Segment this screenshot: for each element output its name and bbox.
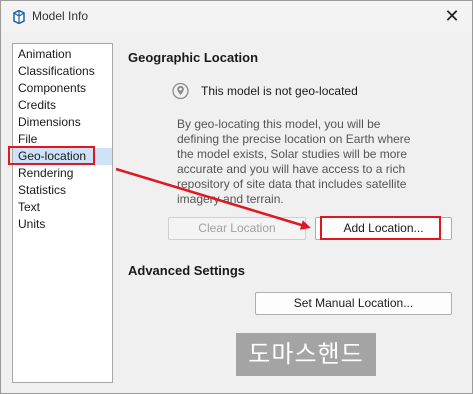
location-pin-icon [172, 82, 189, 100]
sidebar-item-label: Animation [18, 47, 72, 61]
window-title: Model Info [32, 9, 89, 23]
sidebar-item-dimensions[interactable]: Dimensions [13, 114, 112, 131]
close-icon: ✕ [444, 6, 460, 26]
sidebar-item-animation[interactable]: Animation [13, 46, 112, 63]
close-button[interactable]: ✕ [435, 3, 469, 29]
advanced-settings-heading: Advanced Settings [128, 263, 246, 278]
add-location-button[interactable]: Add Location... [315, 217, 452, 240]
sidebar-item-units[interactable]: Units [13, 216, 112, 233]
geo-description: By geo-locating this model, you will be … [177, 117, 442, 207]
sidebar-item-label: Statistics [18, 183, 67, 197]
sidebar-item-label: Dimensions [18, 115, 81, 129]
description-line: defining the precise location on Earth w… [177, 132, 411, 146]
category-list: Animation Classifications Components Cre… [12, 43, 113, 383]
sidebar-item-classifications[interactable]: Classifications [13, 63, 112, 80]
sketchup-app-icon [13, 10, 25, 24]
sidebar-item-label: Geo-location [18, 149, 87, 163]
sidebar-item-label: Text [18, 200, 41, 214]
sidebar-item-label: Rendering [18, 166, 74, 180]
sidebar-item-file[interactable]: File [13, 131, 112, 148]
watermark-logo: 도마스핸드 [236, 333, 376, 376]
sidebar-item-label: Credits [18, 98, 57, 112]
description-line: the model exists, Solar studies will be … [177, 147, 408, 161]
sidebar-item-geo-location[interactable]: Geo-location [13, 148, 112, 165]
sidebar-item-label: File [18, 132, 38, 146]
sidebar-item-label: Units [18, 217, 46, 231]
sidebar-item-components[interactable]: Components [13, 80, 112, 97]
geo-status-text: This model is not geo-located [201, 84, 358, 98]
sidebar-item-credits[interactable]: Credits [13, 97, 112, 114]
sidebar-item-label: Classifications [18, 64, 95, 78]
sidebar-item-rendering[interactable]: Rendering [13, 165, 112, 182]
description-line: accurate and you will have access to a r… [177, 162, 406, 176]
set-manual-location-button[interactable]: Set Manual Location... [255, 292, 452, 315]
sidebar-item-statistics[interactable]: Statistics [13, 182, 112, 199]
geographic-location-heading: Geographic Location [128, 50, 259, 65]
sidebar-item-text[interactable]: Text [13, 199, 112, 216]
description-line: By geo-locating this model, you will be [177, 117, 381, 131]
title-bar: Model Info ✕ [1, 1, 472, 32]
description-line: imagery and terrain. [177, 192, 284, 206]
sidebar-item-label: Components [18, 81, 87, 95]
description-line: repository of site data that includes sa… [177, 177, 407, 191]
clear-location-button[interactable]: Clear Location [168, 217, 306, 240]
